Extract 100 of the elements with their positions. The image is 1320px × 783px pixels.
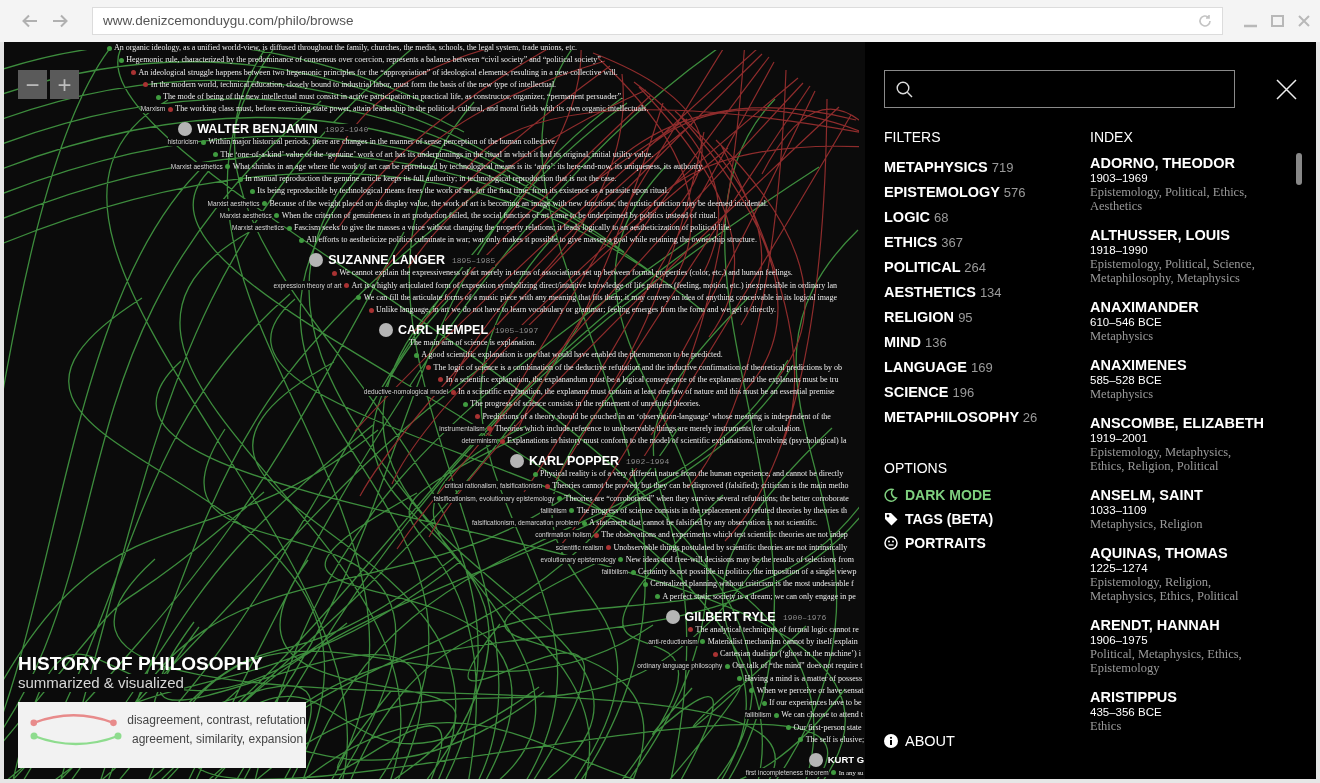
statement-text[interactable]: In a scientific explanation, the explanandum must be a logical consequence of the explanans and the explanans must be tru <box>445 373 839 386</box>
filter-link[interactable]: EPISTEMOLOGY 576 <box>884 180 1090 205</box>
statement-text[interactable]: Cartesian dualism (‘ghost in the machine’) i <box>720 648 861 660</box>
philosopher-name[interactable]: ADORNO, THEODOR <box>1090 155 1268 171</box>
stance-dot[interactable] <box>761 700 767 706</box>
philosopher-name[interactable]: AQUINAS, THOMAS <box>1090 545 1268 561</box>
stance-dot[interactable] <box>262 201 267 206</box>
stance-dot[interactable] <box>606 545 611 550</box>
filter-link[interactable]: LANGUAGE 169 <box>884 355 1090 380</box>
statement-text[interactable]: We can fill the articulate forms of a music piece with any meaning that fits them; it may convey an idea of anything conceivable in its logical image <box>363 291 837 304</box>
statement-text[interactable]: In a scientific explanation, the explanans must contain at least one law of nature and this must be an essential premise <box>458 386 835 398</box>
stance-dot[interactable] <box>450 389 456 395</box>
statement-text[interactable]: Certainty is not possible in politics; the imposition of a single viewp <box>638 566 857 578</box>
zoom-in-button[interactable]: + <box>50 70 79 99</box>
statement-text[interactable]: Physical reality is of a very different nature from the human experience, and cannot be directly <box>540 468 844 480</box>
stance-dot[interactable] <box>749 688 755 694</box>
statement-text[interactable]: Our first-person state <box>793 721 862 734</box>
statement-text[interactable]: The mode of being of the new intellectual must consist in active participation in practical life, as constructor, organizer, “permanent persuader”. <box>163 91 623 103</box>
stance-dot[interactable] <box>532 471 538 477</box>
statement-text[interactable]: The progress of science consists in the replacement of refuted theories by theories th <box>576 504 848 517</box>
statement-text[interactable]: The ‘one-of-a-kind’ value of the ‘genuine’ work of art has its underpinnings in the ritual in which it had its original, initial utility value. <box>220 148 654 161</box>
stance-dot[interactable] <box>544 483 550 489</box>
statement-text[interactable]: All efforts to aestheticize politics culminate in war; war only makes it possible to give masses a goal while retaining the ownership structure. <box>306 234 757 247</box>
option-toggle[interactable]: PORTRAITS <box>884 531 986 555</box>
filter-link[interactable]: SCIENCE 196 <box>884 380 1090 405</box>
filter-link[interactable]: POLITICAL 264 <box>884 255 1090 280</box>
statement-text[interactable]: When we perceive or have sensat <box>756 684 864 697</box>
philosopher-name[interactable]: ANSELM, SAINT <box>1090 487 1268 503</box>
statement-text[interactable]: The analytical techniques of formal logic cannot re <box>695 623 859 636</box>
stance-dot[interactable] <box>426 365 431 370</box>
filter-link[interactable]: METAPHYSICS 719 <box>884 155 1090 180</box>
statement-text[interactable]: Unobservable things postulated by scientific theories are not intrinsically <box>613 541 848 554</box>
statement-text[interactable]: An ideological struggle happens between two hegemonic principles for the “appropriation” of ideological elements, resulting in a new collective will. <box>138 66 618 79</box>
filter-link[interactable]: ETHICS 367 <box>884 230 1090 255</box>
philosopher-name[interactable]: ANSCOMBE, ELIZABETH <box>1090 415 1268 431</box>
statement-text[interactable]: Theories cannot be proved, but they can be disproved (falsified); criticism is the main metho <box>552 480 849 493</box>
statement-text[interactable]: When the criterion of genuineness in art production failed, the social function of art came to be underpinned by politics instead of ritual. <box>281 209 718 222</box>
stance-dot[interactable] <box>237 176 243 182</box>
about-link[interactable]: ABOUT <box>884 729 1090 753</box>
filter-link[interactable]: MIND 136 <box>884 330 1090 355</box>
statement-text[interactable]: An organic ideology, as a unified world-view, is diffused throughout the family, churches, the media, schools, the legal system, trade unions, etc. <box>114 42 577 54</box>
zoom-out-button[interactable]: − <box>18 70 47 99</box>
stance-dot[interactable] <box>569 508 575 514</box>
stance-dot[interactable] <box>786 725 791 730</box>
stance-dot[interactable] <box>499 438 505 444</box>
statement-text[interactable]: A statement that cannot be falsified by any observation is not scientific. <box>589 517 818 529</box>
stance-dot[interactable] <box>438 377 444 383</box>
address-bar[interactable]: www.denizcemonduygu.com/philo/browse <box>92 7 1223 35</box>
statement-text[interactable]: Explanations in history must conform to the model of scientific explanations, involving (psychological) la <box>507 435 847 447</box>
statement-text[interactable]: Materialist mechanism cannot by itself explain <box>707 635 858 648</box>
stance-dot[interactable] <box>487 426 493 432</box>
stance-dot[interactable] <box>274 213 280 219</box>
statement-text[interactable]: In the modern world, technical education, closely bound to industrial labor, must form the basis of the new type of intellectual. <box>150 78 557 91</box>
statement-text[interactable]: Because of the weight placed on its display value, the work of art is becoming an image with new functions; the artistic function may be deemed incidental. <box>269 197 769 210</box>
stance-dot[interactable] <box>475 414 480 419</box>
statement-text[interactable]: New ideas and free-will decisions may be the results of selections from <box>625 553 854 566</box>
philosopher-name[interactable]: ARENDT, HANNAH <box>1090 617 1268 633</box>
stance-dot[interactable] <box>630 569 636 575</box>
statement-text[interactable]: We cannot explain the expressiveness of art merely in terms of associations set up between formal properties (color, etc.) and human feelings. <box>339 267 793 280</box>
stance-dot[interactable] <box>131 70 136 75</box>
statement-text[interactable]: Theories which include reference to unobservable things are merely instruments for calculation. <box>494 422 802 435</box>
stance-dot[interactable] <box>249 188 255 194</box>
stance-dot[interactable] <box>462 401 468 407</box>
stance-dot[interactable] <box>655 594 660 599</box>
stance-dot[interactable] <box>773 712 779 718</box>
stance-dot[interactable] <box>368 307 374 313</box>
statement-text[interactable]: Having a mind is a matter of possess <box>744 672 863 685</box>
stance-dot[interactable] <box>724 663 730 669</box>
statement-text[interactable]: A perfect static society is a dream; we can only engage in pe <box>662 590 856 603</box>
stance-dot[interactable] <box>700 639 706 645</box>
stance-dot[interactable] <box>413 352 419 358</box>
option-toggle[interactable]: TAGS (BETA) <box>884 507 994 531</box>
statement-text[interactable]: The main aim of science is explanation. <box>409 337 537 349</box>
statement-text[interactable]: A good scientific explanation is one that would have enabled the phenomenon to be predicted. <box>421 349 723 362</box>
stance-dot[interactable] <box>298 237 304 243</box>
stance-dot[interactable] <box>225 164 231 170</box>
filter-link[interactable]: METAPHILOSOPHY 26 <box>884 405 1090 430</box>
stance-dot[interactable] <box>831 770 837 776</box>
statement-text[interactable]: We can choose to attend t <box>781 709 864 722</box>
stance-dot[interactable] <box>798 737 804 743</box>
stance-dot[interactable] <box>118 57 124 63</box>
philosopher-name[interactable]: SUZANNE LANGER <box>328 252 445 269</box>
statement-text[interactable]: Our talk of “the mind” does not require t <box>732 660 863 673</box>
statement-text[interactable]: Within major historical periods, there are changes in the manner of sense perception of the human collective. <box>208 136 557 149</box>
philosopher-name[interactable]: ANAXIMANDER <box>1090 299 1268 315</box>
statement-text[interactable]: Unlike language, in art we do not have to learn vocabulary or grammar; feeling emerges from the form and we get it directly. <box>376 304 777 316</box>
stance-dot[interactable] <box>200 139 206 145</box>
stance-dot[interactable] <box>155 94 161 100</box>
statement-text[interactable]: Hegemonic rule, characterized by the predominance of consensus over coercion, represents a balance between “civil society” and “political society”. <box>126 54 603 67</box>
philosopher-name[interactable]: ALTHUSSER, LOUIS <box>1090 227 1268 243</box>
stance-dot[interactable] <box>737 676 742 681</box>
statement-text[interactable]: Art is a highly articulated form of expression symbolizing direct/intuitive knowledge of life patterns (feeling, motion, etc.) inexpressible in ordinary lan <box>351 279 837 292</box>
close-button[interactable] <box>1276 77 1297 101</box>
philosopher-name[interactable]: CARL HEMPEL <box>398 322 489 338</box>
stance-dot[interactable] <box>344 283 349 288</box>
statement-text[interactable]: Its being reproducible by technological means frees the work of art, for the first time, from its existence as a parasite upon ritual. <box>257 185 669 198</box>
stance-dot[interactable] <box>688 627 693 632</box>
philosopher-name[interactable]: KARL POPPER <box>529 453 620 469</box>
search-field[interactable] <box>884 70 1235 108</box>
philosopher-name[interactable]: GILBERT RYLE <box>684 608 776 625</box>
